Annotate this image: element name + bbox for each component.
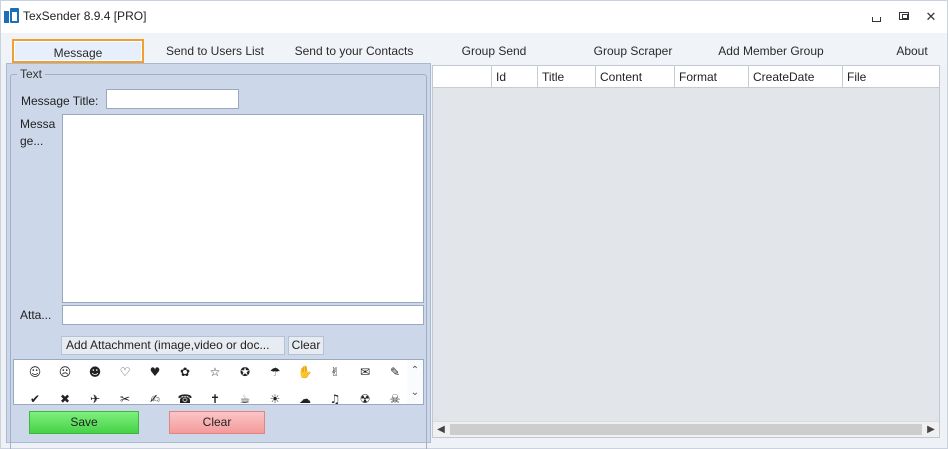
- app-window: TexSender 8.9.4 [PRO] ✕ Message Send to …: [0, 0, 948, 449]
- emoji-row-2: ✔ ✖ ✈ ✂ ✍ ☎ ✝ ☕ ☀ ☁ ♫ ☢ ☠: [20, 388, 410, 404]
- emoji-star-icon[interactable]: ☆: [200, 361, 230, 383]
- col-header-content[interactable]: Content: [596, 66, 675, 88]
- col-header-file[interactable]: File: [843, 66, 939, 88]
- emoji-coffee-icon[interactable]: ☕: [230, 388, 260, 404]
- col-header-title[interactable]: Title: [538, 66, 596, 88]
- tab-send-to-users-list[interactable]: Send to Users List: [159, 39, 271, 63]
- minimize-button[interactable]: [868, 9, 884, 23]
- attachment-path-input[interactable]: [62, 305, 424, 325]
- minimize-icon: [871, 16, 881, 22]
- emoji-heart-outline-icon[interactable]: ♡: [110, 361, 140, 383]
- tab-group-scraper[interactable]: Group Scraper: [586, 39, 680, 63]
- col-header-createdate[interactable]: CreateDate: [749, 66, 843, 88]
- scroll-up-icon[interactable]: ⌃: [407, 360, 423, 382]
- messages-grid[interactable]: Id Title Content Format CreateDate File …: [432, 65, 940, 438]
- emoji-hand-icon[interactable]: ✋: [290, 361, 320, 383]
- emoji-skull-icon[interactable]: ☠: [380, 388, 410, 404]
- title-bar: TexSender 8.9.4 [PRO] ✕: [1, 1, 947, 33]
- emoji-scissors-icon[interactable]: ✂: [110, 388, 140, 404]
- emoji-radioactive-icon[interactable]: ☢: [350, 388, 380, 404]
- emoji-cloud-icon[interactable]: ☁: [290, 388, 320, 404]
- emoji-black-smile-icon[interactable]: ☻: [80, 361, 110, 383]
- scroll-right-icon[interactable]: ▶: [923, 422, 939, 437]
- emoji-scrollbar[interactable]: ⌃ ⌄: [407, 360, 423, 404]
- emoji-heart-icon[interactable]: ♥: [140, 361, 170, 383]
- emoji-umbrella-icon[interactable]: ☂: [260, 361, 290, 383]
- emoji-pencil-icon[interactable]: ✎: [380, 361, 410, 383]
- tab-send-to-your-contacts[interactable]: Send to your Contacts: [289, 39, 419, 63]
- emoji-picker: ☺ ☹ ☻ ♡ ♥ ✿ ☆ ✪ ☂ ✋ ✌ ✉ ✎ ✔ ✖ ✈ ✂ ✍ ☎ ✝ …: [13, 359, 424, 405]
- emoji-victory-hand-icon[interactable]: ✌: [320, 361, 350, 383]
- clear-attachment-button[interactable]: Clear: [288, 336, 324, 355]
- scroll-left-icon[interactable]: ◀: [433, 422, 449, 437]
- tab-about[interactable]: About: [887, 39, 937, 63]
- tab-add-member-group[interactable]: Add Member Group: [710, 39, 832, 63]
- emoji-plane-icon[interactable]: ✈: [80, 388, 110, 404]
- message-title-input[interactable]: [106, 89, 239, 109]
- emoji-envelope-icon[interactable]: ✉: [350, 361, 380, 383]
- emoji-check-icon[interactable]: ✔: [20, 388, 50, 404]
- close-button[interactable]: ✕: [923, 9, 939, 23]
- emoji-frown-icon[interactable]: ☹: [50, 361, 80, 383]
- message-label-line2: ge...: [20, 134, 44, 148]
- tab-strip: Message Send to Users List Send to your …: [1, 33, 947, 65]
- groupbox-title: Text: [17, 67, 46, 81]
- emoji-phone-icon[interactable]: ☎: [170, 388, 200, 404]
- scroll-down-icon[interactable]: ⌄: [407, 382, 423, 404]
- emoji-row-1: ☺ ☹ ☻ ♡ ♥ ✿ ☆ ✪ ☂ ✋ ✌ ✉ ✎: [20, 361, 410, 383]
- restore-icon: [899, 12, 909, 20]
- add-attachment-button[interactable]: Add Attachment (image,video or doc...: [61, 336, 285, 355]
- grid-horizontal-scrollbar[interactable]: ◀ ▶: [433, 421, 939, 437]
- tab-group-send[interactable]: Group Send: [454, 39, 534, 63]
- col-header-select[interactable]: [433, 66, 492, 88]
- emoji-cross-latin-icon[interactable]: ✝: [200, 388, 230, 404]
- message-title-label: Message Title:: [21, 94, 99, 108]
- emoji-smile-icon[interactable]: ☺: [20, 361, 50, 383]
- col-header-id[interactable]: Id: [492, 66, 538, 88]
- emoji-sun-icon[interactable]: ☀: [260, 388, 290, 404]
- emoji-music-icon[interactable]: ♫: [320, 388, 350, 404]
- app-logo-icon: [4, 8, 20, 24]
- emoji-writing-icon[interactable]: ✍: [140, 388, 170, 404]
- emoji-cross-icon[interactable]: ✖: [50, 388, 80, 404]
- emoji-flower-icon[interactable]: ✿: [170, 361, 200, 383]
- message-body-textarea[interactable]: [62, 114, 424, 303]
- clear-form-button[interactable]: Clear: [169, 411, 265, 434]
- grid-header: Id Title Content Format CreateDate File: [433, 66, 939, 88]
- attachment-label: Atta...: [20, 308, 52, 322]
- close-icon: ✕: [925, 8, 937, 24]
- col-header-format[interactable]: Format: [675, 66, 749, 88]
- message-label-line1: Messa: [20, 117, 56, 131]
- restore-button[interactable]: [896, 9, 912, 23]
- save-button[interactable]: Save: [29, 411, 139, 434]
- tab-message[interactable]: Message: [12, 39, 144, 63]
- window-title: TexSender 8.9.4 [PRO]: [23, 9, 147, 23]
- emoji-circle-star-icon[interactable]: ✪: [230, 361, 260, 383]
- scrollbar-thumb[interactable]: [450, 424, 922, 435]
